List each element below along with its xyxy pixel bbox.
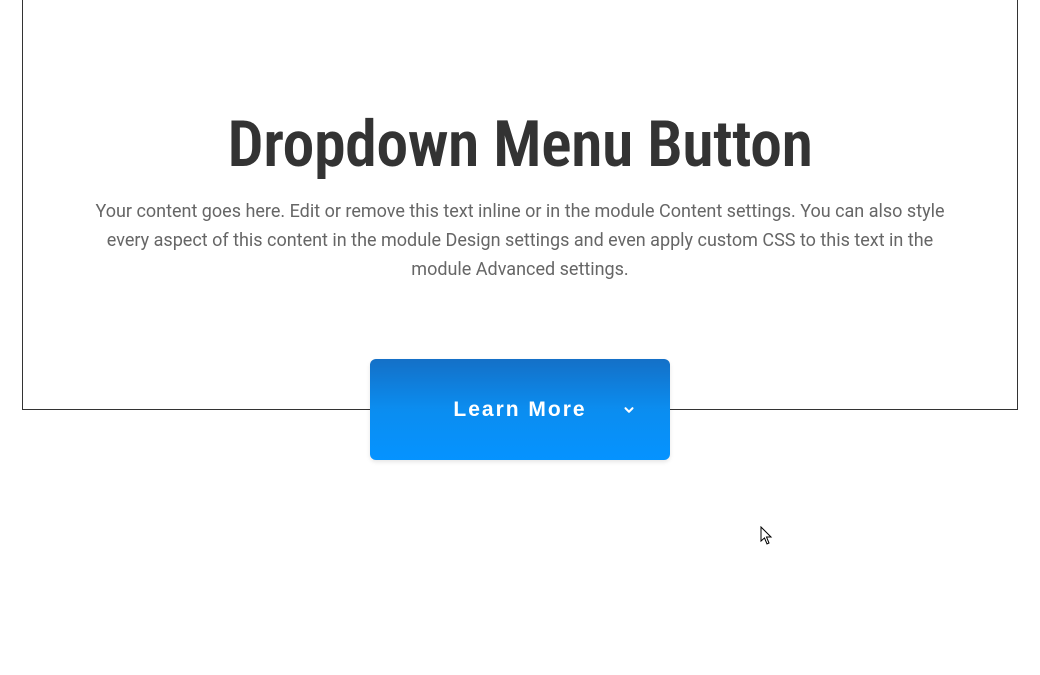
button-container: Learn More xyxy=(370,359,670,460)
cursor-icon xyxy=(760,526,774,550)
chevron-down-icon xyxy=(622,403,636,417)
button-label: Learn More xyxy=(453,398,586,422)
content-card: Dropdown Menu Button Your content goes h… xyxy=(22,0,1018,410)
learn-more-button[interactable]: Learn More xyxy=(370,359,670,460)
page-description: Your content goes here. Edit or remove t… xyxy=(95,198,945,284)
page-title: Dropdown Menu Button xyxy=(93,110,947,180)
